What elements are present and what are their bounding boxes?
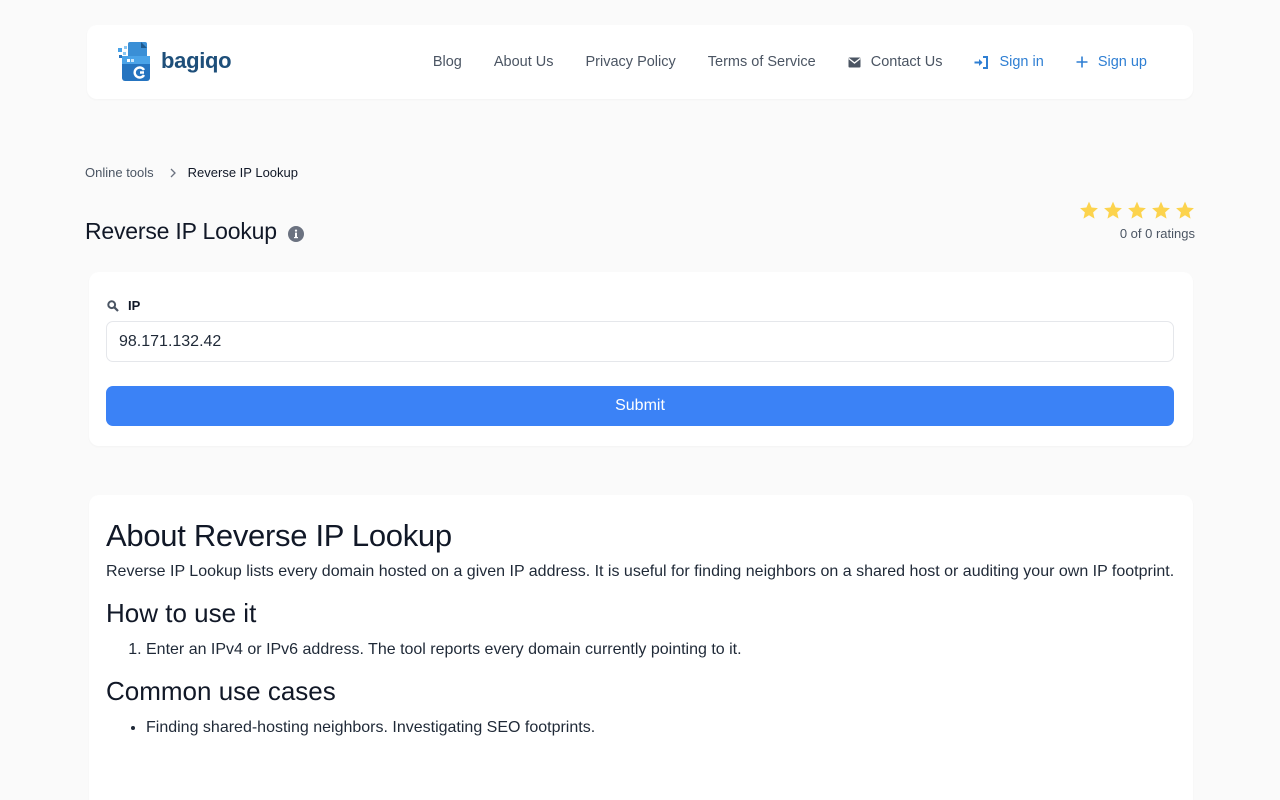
title-row: Reverse IP Lookup [85, 218, 304, 245]
use-cases-title: Common use cases [106, 676, 336, 706]
breadcrumb-current: Reverse IP Lookup [187, 165, 298, 180]
envelope-icon [848, 57, 861, 68]
star-rating [1079, 201, 1195, 220]
about-section: About Reverse IP Lookup Reverse IP Looku… [89, 495, 1193, 800]
star-icon[interactable] [1127, 201, 1147, 220]
star-icon[interactable] [1175, 201, 1195, 220]
magnifier-icon [107, 299, 119, 312]
submit-button[interactable]: Submit [106, 386, 1174, 426]
nav-sign-up[interactable]: Sign up [1076, 54, 1147, 70]
ip-label-text: IP [128, 298, 141, 313]
breadcrumb: Online tools Reverse IP Lookup [85, 165, 298, 180]
site-header: bagiqo Blog About Us Privacy Policy Term… [87, 25, 1193, 99]
about-title: About Reverse IP Lookup [106, 518, 452, 553]
nav-sign-up-label: Sign up [1097, 54, 1147, 70]
ip-input[interactable] [106, 321, 1174, 362]
use-cases-list: Finding shared-hosting neighbors. Invest… [106, 716, 1176, 740]
ip-field-label: IP [107, 298, 140, 313]
info-icon[interactable] [287, 225, 304, 242]
nav-sign-in[interactable]: Sign in [974, 54, 1044, 70]
chevron-right-icon [170, 168, 176, 178]
rating: 0 of 0 ratings [1079, 201, 1195, 241]
nav-sign-in-label: Sign in [999, 54, 1044, 70]
how-to-title: How to use it [106, 598, 257, 628]
nav-blog[interactable]: Blog [433, 54, 462, 70]
main-nav: Blog About Us Privacy Policy Terms of Se… [401, 25, 1147, 99]
rating-count: 0 of 0 ratings [1119, 226, 1195, 241]
logo[interactable]: bagiqo [118, 42, 232, 82]
nav-contact-label: Contact Us [870, 54, 943, 70]
star-icon[interactable] [1151, 201, 1171, 220]
page-title: Reverse IP Lookup [85, 218, 277, 244]
sign-in-icon [974, 55, 989, 69]
about-description: Reverse IP Lookup lists every domain hos… [106, 563, 1175, 580]
plus-icon [1076, 56, 1088, 68]
nav-privacy-policy[interactable]: Privacy Policy [586, 54, 676, 70]
nav-terms-of-service[interactable]: Terms of Service [708, 54, 816, 70]
breadcrumb-online-tools[interactable]: Online tools [85, 165, 154, 180]
how-to-steps: Enter an IPv4 or IPv6 address. The tool … [106, 638, 1176, 662]
nav-about-us[interactable]: About Us [494, 54, 554, 70]
lookup-form: IP Submit [89, 272, 1193, 446]
nav-contact-us[interactable]: Contact Us [848, 54, 943, 70]
list-item: Finding shared-hosting neighbors. Invest… [146, 716, 1176, 740]
logo-icon [118, 42, 150, 81]
list-item: Enter an IPv4 or IPv6 address. The tool … [146, 638, 1176, 662]
star-icon[interactable] [1103, 201, 1123, 220]
logo-text: bagiqo [161, 48, 232, 73]
star-icon[interactable] [1079, 201, 1099, 220]
